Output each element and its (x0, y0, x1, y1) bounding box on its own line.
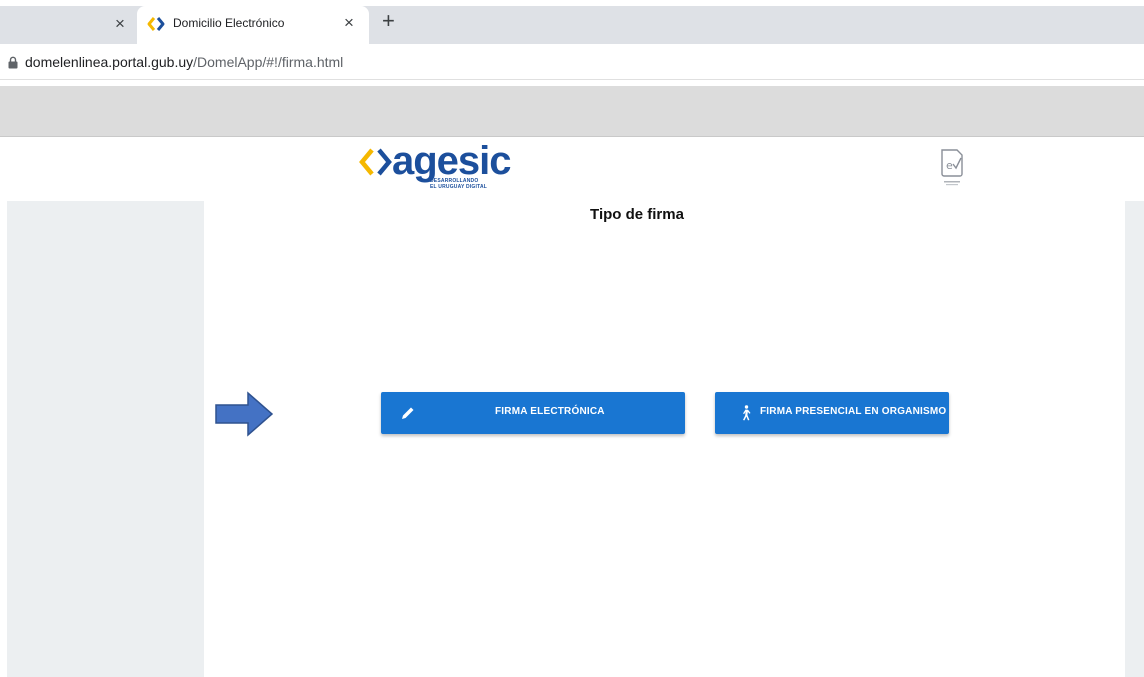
firma-presencial-button[interactable]: FIRMA PRESENCIAL EN ORGANISMO (715, 392, 949, 434)
lock-icon[interactable] (8, 56, 18, 69)
previous-tab-close-icon[interactable]: × (115, 14, 125, 34)
tab-title: Domicilio Electrónico (173, 16, 285, 30)
tab-close-icon[interactable]: × (344, 13, 354, 33)
right-side-panel (1125, 201, 1144, 677)
agesic-favicon-icon (147, 17, 165, 31)
page-top-band (0, 86, 1144, 137)
address-bar[interactable]: domelenlinea.portal.gub.uy/DomelApp/#!/f… (0, 44, 1144, 80)
left-side-panel (7, 201, 204, 677)
tab-domicilio-electronico[interactable]: Domicilio Electrónico × (137, 6, 369, 44)
walking-person-icon (743, 405, 751, 421)
logo-word: agesic (392, 139, 512, 183)
url-host: domelenlinea.portal.gub.uy (25, 54, 194, 70)
svg-text:e: e (946, 159, 953, 172)
browser-tab-strip: × Domicilio Electrónico × + (0, 0, 1144, 44)
electronic-signature-icon: e (941, 149, 963, 186)
agesic-logo[interactable]: agesic DESARROLLANDO EL URUGUAY DIGITAL (358, 139, 512, 193)
logo-tagline-line-2: EL URUGUAY DIGITAL (430, 184, 488, 190)
pencil-icon (402, 407, 414, 419)
firma-electronica-label: FIRMA ELECTRÓNICA (495, 406, 605, 417)
site-header: agesic DESARROLLANDO EL URUGUAY DIGITAL … (0, 137, 1144, 201)
logo-chevrons-icon (359, 148, 392, 176)
url-text[interactable]: domelenlinea.portal.gub.uy/DomelApp/#!/f… (25, 54, 343, 70)
right-arrow-icon (215, 391, 274, 437)
firma-electronica-button[interactable]: FIRMA ELECTRÓNICA (381, 392, 685, 434)
page-title: Tipo de firma (590, 206, 684, 223)
url-path: /DomelApp/#!/firma.html (193, 54, 344, 70)
firma-presencial-label: FIRMA PRESENCIAL EN ORGANISMO (760, 406, 947, 417)
new-tab-button[interactable]: + (382, 10, 395, 32)
